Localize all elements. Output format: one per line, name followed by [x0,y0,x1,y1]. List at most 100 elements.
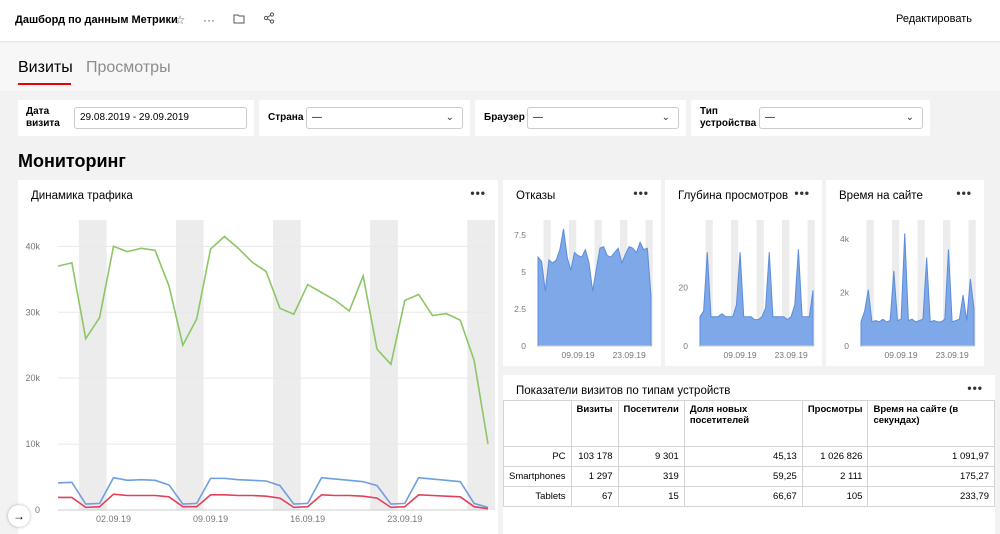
x-tick-label: 16.09.19 [290,514,325,524]
traffic-chart: 0 10k 20k 30k 40k 02.09.19 09.09.19 16.09.19 23.… [25,220,495,524]
bounce-chart: 0 2.5 5 7.5 09.09.19 23.09.19 [514,220,653,360]
weekend-band [175,220,204,510]
bounce-card: Отказы ••• 0 2.5 5 7.5 09.09.19 23.09.19 [503,180,661,366]
table-cell: 103 178 [570,446,619,467]
traffic-card: Динамика трафика ••• 0 10k 20k 30k 40k 02.09.… [18,180,498,534]
y-tick-label: 2.5 [514,304,526,314]
depth-card: Глубина просмотров ••• 0 20 09.09.19 23.09.… [665,180,822,366]
weekend-band [467,220,495,510]
devices-card-title: Показатели визитов по типам устройств [516,385,731,397]
table-cell: 45,13 [683,446,803,467]
dashboard-title: Дашборд по данным Метрики [15,14,178,26]
table-row: PC 103 178 9 301 45,13 1 026 826 1 091,97 [503,446,995,467]
devices-card: Показатели визитов по типам устройств ••… [503,375,995,534]
x-tick-label: 09.09.19 [885,350,918,360]
weekend-band [273,220,301,510]
filter-country: Страна — ⌄ [259,100,470,136]
table-cell: Tablets [503,486,572,507]
table-cell: 67 [570,486,619,507]
device-select[interactable]: — ⌄ [759,107,923,129]
y-tick-label: 0 [683,341,688,351]
filter-device-label: Тип устройства [700,106,757,129]
section-title: Мониторинг [18,151,126,171]
browser-select-value: — [533,112,543,123]
table-cell: PC [503,446,572,467]
column-header[interactable] [503,400,572,447]
tab-bar: Визиты Просмотры [0,43,1000,91]
table-cell: 1 026 826 [801,446,869,467]
y-tick-label: 0 [35,505,40,515]
depth-chart: 0 20 09.09.19 23.09.19 [679,220,815,360]
table-cell: 9 301 [617,446,685,467]
y-tick-label: 30k [25,307,40,317]
chevron-down-icon: ⌄ [905,112,914,123]
table-cell: 59,25 [683,466,803,487]
chevron-down-icon: ⌄ [661,112,670,123]
x-tick-label: 09.09.19 [724,350,757,360]
country-select-value: — [312,112,322,123]
weekend-band [78,220,107,510]
edit-button[interactable]: Редактировать [896,13,972,25]
y-tick-label: 4k [840,234,850,244]
table-cell: Smartphones [503,466,572,487]
table-row: Tablets 67 15 66,67 105 233,79 [503,486,995,507]
table-cell: 175,27 [867,466,995,487]
table-cell: 15 [617,486,685,507]
filter-browser: Браузер — ⌄ [475,100,686,136]
column-header[interactable]: Доля новых посетителей [683,400,803,447]
share-icon[interactable] [261,12,277,28]
y-tick-label: 20k [25,373,40,383]
table-cell: 66,67 [683,486,803,507]
table-cell: 233,79 [867,486,995,507]
y-tick-label: 2k [840,287,850,297]
column-header[interactable]: Время на сайте (в секундах) [867,400,995,447]
x-tick-label: 09.09.19 [193,514,228,524]
tab-visits[interactable]: Визиты [18,59,73,77]
filter-country-label: Страна [268,112,304,123]
table-cell: 105 [801,486,869,507]
x-tick-label: 23.09.19 [387,514,422,524]
more-icon[interactable]: ··· [201,12,217,28]
filter-date: Дата визита 29.08.2019 - 29.09.2019 [18,100,254,136]
browser-select[interactable]: — ⌄ [527,107,679,129]
table-cell: 1 297 [570,466,619,487]
table-cell: 1 091,97 [867,446,995,467]
device-select-value: — [765,112,775,123]
star-icon[interactable]: ☆ [172,12,188,28]
y-tick-label: 0 [521,341,526,351]
x-tick-label: 02.09.19 [96,514,131,524]
tab-pageviews[interactable]: Просмотры [86,59,171,77]
y-tick-label: 7.5 [514,230,526,240]
devices-table: Визиты Посетители Доля новых посетителей Пр… [503,400,995,507]
filter-browser-label: Браузер [484,112,525,123]
devices-menu-button[interactable]: ••• [967,381,983,395]
time-chart: 0 2k 4k 09.09.19 23.09.19 [840,220,976,360]
active-tab-indicator [18,83,71,85]
date-range-input[interactable]: 29.08.2019 - 29.09.2019 [74,107,247,129]
folder-icon[interactable] [231,12,247,28]
column-header[interactable]: Визиты [570,400,619,447]
chevron-down-icon: ⌄ [445,112,454,123]
x-tick-label: 23.09.19 [613,350,646,360]
filter-device: Тип устройства — ⌄ [691,100,930,136]
y-tick-label: 20 [679,282,689,292]
filter-date-label: Дата визита [26,106,60,129]
table-header-row: Визиты Посетители Доля новых посетителей Пр… [503,400,995,447]
country-select[interactable]: — ⌄ [306,107,463,129]
y-tick-label: 0 [844,341,849,351]
x-tick-label: 09.09.19 [562,350,595,360]
expand-arrow-button[interactable]: → [8,505,30,527]
column-header[interactable]: Просмотры [801,400,869,447]
table-cell: 319 [617,466,685,487]
y-tick-label: 40k [25,241,40,251]
x-tick-label: 23.09.19 [936,350,969,360]
weekend-band [370,220,398,510]
column-header[interactable]: Посетители [617,400,685,447]
table-cell: 2 111 [801,466,869,487]
x-tick-label: 23.09.19 [775,350,808,360]
table-row: Smartphones 1 297 319 59,25 2 111 175,27 [503,466,995,487]
y-tick-label: 5 [521,267,526,277]
time-card: Время на сайте ••• 0 2k 4k 09.09.19 23.09.19 [826,180,984,366]
y-tick-label: 10k [25,439,40,449]
top-bar: Дашборд по данным Метрики ☆ ··· Редактир… [0,0,1000,42]
